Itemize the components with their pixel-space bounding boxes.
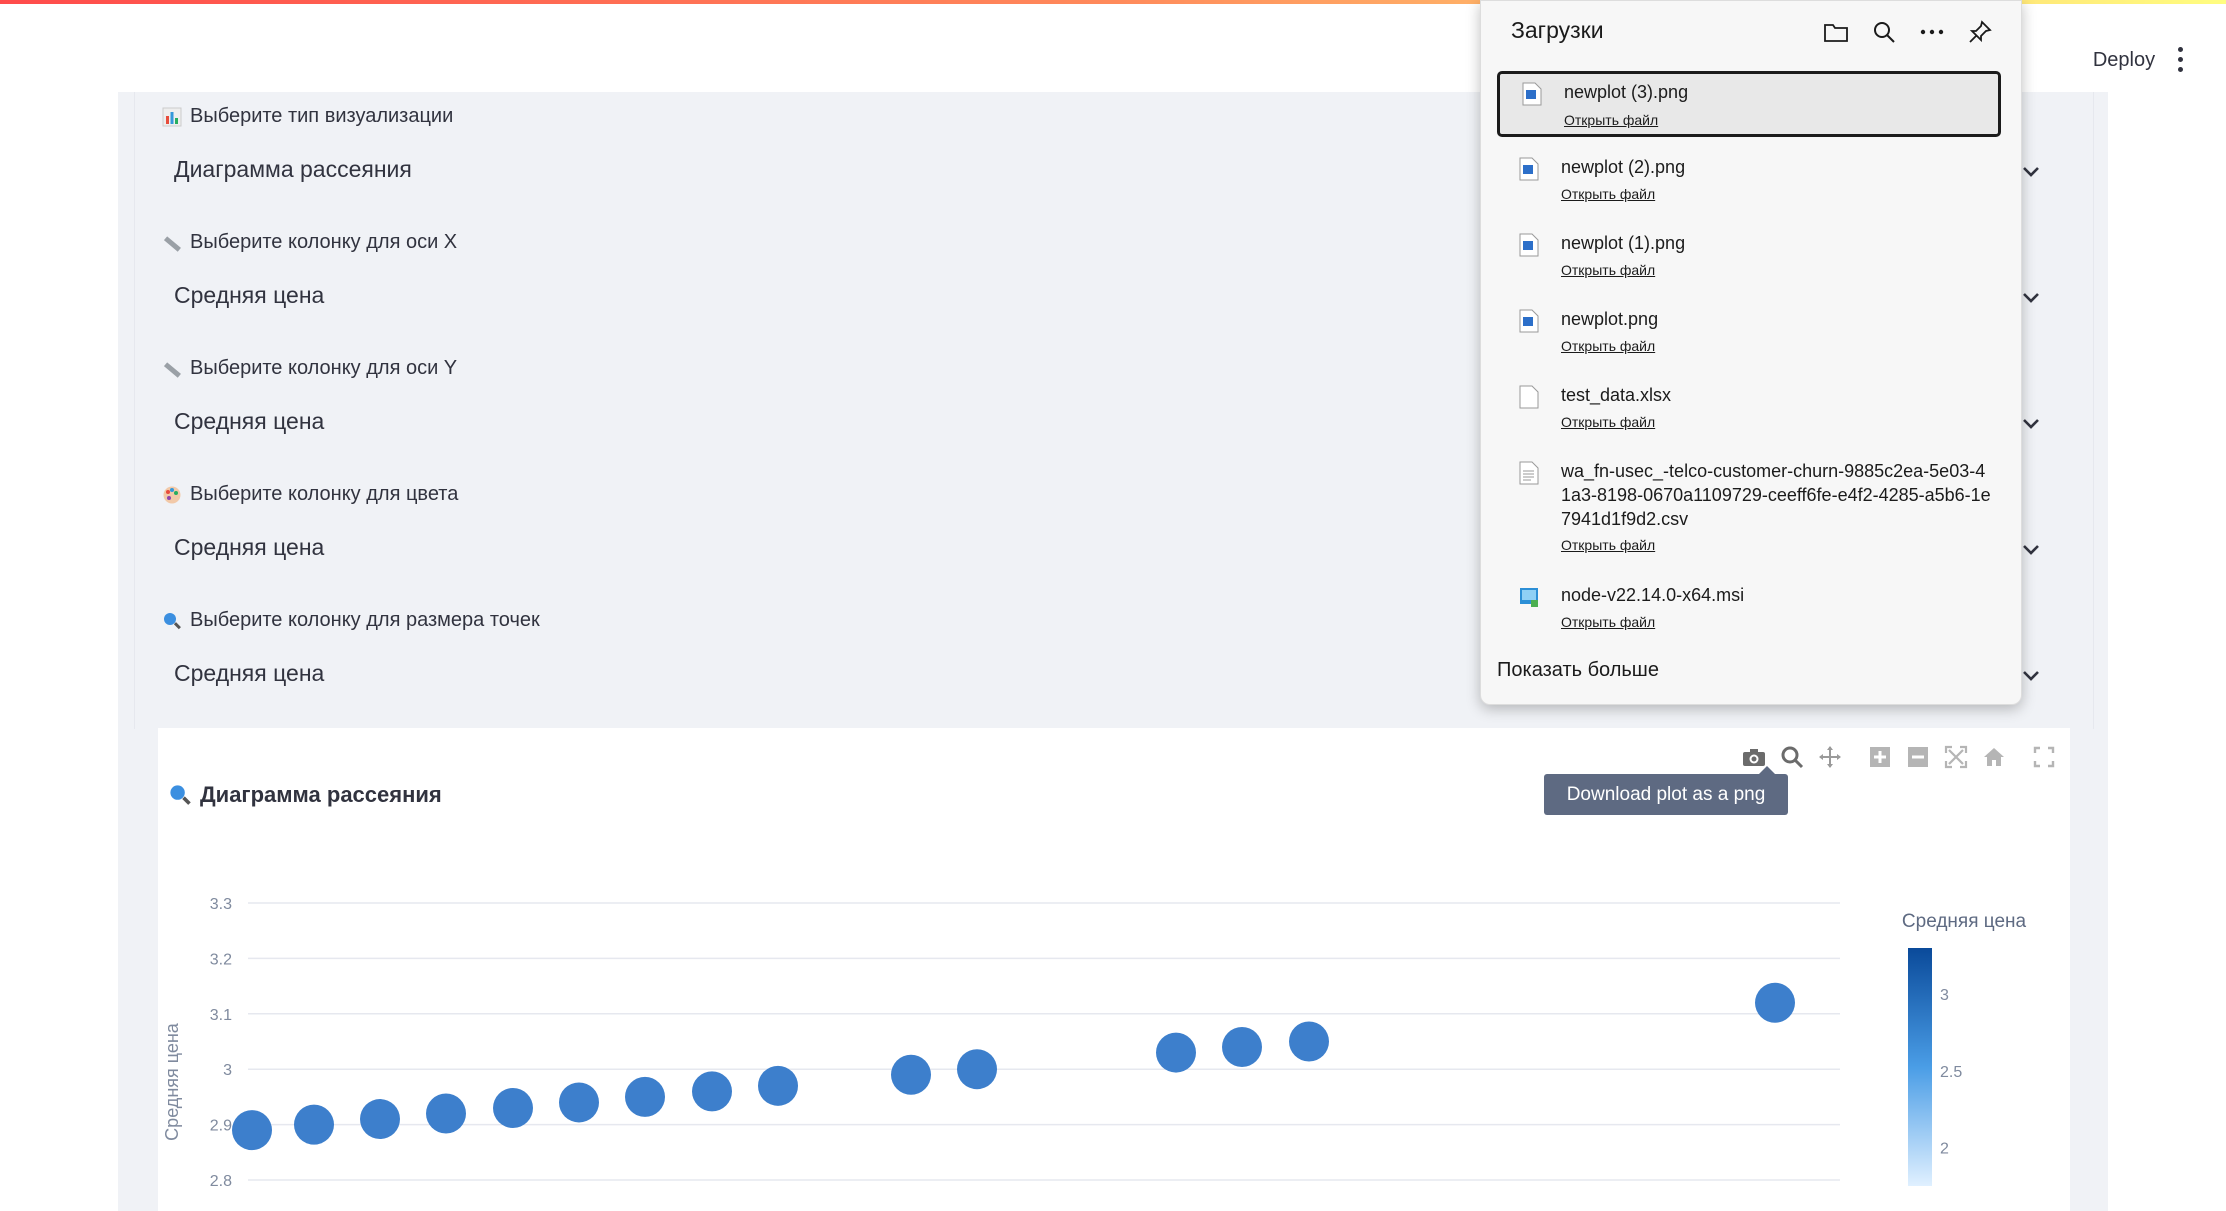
search-icon[interactable] — [1869, 17, 1899, 47]
y-tick-label: 2.9 — [210, 1118, 232, 1135]
modebar-tooltip: Download plot as a png — [1544, 766, 1788, 815]
palette-icon — [163, 486, 181, 503]
bar-chart-icon — [162, 107, 182, 126]
download-item[interactable]: newplot (1).png Открыть файл — [1497, 223, 2001, 289]
colorbar-tick-label: 2.5 — [1940, 1064, 1962, 1081]
main-menu-icon[interactable] — [2166, 40, 2194, 80]
download-item[interactable]: node-v22.14.0-x64.msi Открыть файл — [1497, 575, 2001, 641]
y-tick-label: 2.8 — [210, 1173, 232, 1190]
open-file-link[interactable]: Открыть файл — [1564, 112, 1658, 128]
chevron-down-icon — [2023, 419, 2039, 429]
pan-icon[interactable] — [1816, 743, 1844, 771]
colorbar-tick-label: 3 — [1940, 987, 1949, 1004]
scatter-point — [692, 1071, 732, 1112]
plot-modebar — [1740, 742, 2058, 772]
y-tick-label: 3.1 — [210, 1007, 232, 1024]
scatter-point — [1289, 1021, 1329, 1062]
colorbar-title: Средняя цена — [1902, 911, 2027, 932]
downloads-panel: Загрузки newplot (3).png Открыть файл ne… — [1480, 0, 2022, 705]
y-tick-label: 3 — [223, 1062, 232, 1079]
chevron-down-icon — [2023, 545, 2039, 555]
colorbar — [1908, 948, 1932, 1186]
image-file-icon — [1519, 157, 1539, 181]
folder-icon[interactable] — [1821, 17, 1851, 47]
open-file-link[interactable]: Открыть файл — [1561, 186, 1655, 202]
scatter-point — [625, 1076, 665, 1117]
image-file-icon — [1522, 82, 1542, 106]
scatter-chart: 3.3 3.2 3.1 3 2.9 2.8 Средняя цена Средняя це… — [162, 896, 2027, 1190]
fullscreen-icon[interactable] — [2030, 743, 2058, 771]
open-file-link[interactable]: Открыть файл — [1561, 338, 1655, 354]
field-label-point-size: Выберите колонку для размера точек — [162, 609, 540, 632]
scatter-point — [426, 1093, 466, 1134]
downloads-toolbar — [1821, 17, 1995, 47]
scatter-point — [294, 1104, 334, 1145]
chevron-down-icon — [2023, 671, 2039, 681]
scatter-point — [493, 1087, 533, 1128]
scatter-point — [360, 1099, 400, 1140]
scatter-point — [559, 1082, 599, 1123]
download-item[interactable]: newplot (2).png Открыть файл — [1497, 147, 2001, 213]
open-file-link[interactable]: Открыть файл — [1561, 262, 1655, 278]
plot-title: Диаграмма рассеяния — [168, 782, 442, 808]
colorbar-tick-labels: 32.52 — [1940, 987, 1962, 1158]
show-more-link[interactable]: Показать больше — [1497, 659, 1659, 682]
chart-gridlines — [248, 902, 1840, 1181]
scatter-point — [891, 1054, 931, 1095]
more-options-icon[interactable] — [1917, 17, 1947, 47]
scatter-point — [1222, 1027, 1262, 1068]
scatter-point — [1156, 1032, 1196, 1073]
chevron-down-icon — [2023, 293, 2039, 303]
scatter-point — [758, 1065, 798, 1106]
scatter-point — [232, 1110, 272, 1151]
open-file-link[interactable]: Открыть файл — [1561, 414, 1655, 430]
image-file-icon — [1519, 309, 1539, 333]
scatter-point — [1755, 982, 1795, 1023]
field-label-color: Выберите колонку для цвета — [162, 483, 458, 506]
open-file-link[interactable]: Открыть файл — [1561, 614, 1655, 630]
magnifier-icon — [170, 785, 191, 805]
zoom-icon[interactable] — [1778, 743, 1806, 771]
y-axis-label: Средняя цена — [162, 1022, 182, 1141]
field-label-visualization-type: Выберите тип визуализации — [162, 105, 453, 128]
pin-icon[interactable] — [1965, 17, 1995, 47]
download-item[interactable]: newplot (3).png Открыть файл — [1497, 71, 2001, 137]
field-label-x-axis: Выберите колонку для оси X — [162, 231, 457, 254]
ruler-icon — [163, 361, 181, 378]
ruler-icon — [163, 235, 181, 252]
download-item[interactable]: newplot.png Открыть файл — [1497, 299, 2001, 365]
magnifier-icon — [164, 612, 181, 629]
zoom-out-icon[interactable] — [1904, 743, 1932, 771]
installer-file-icon — [1520, 588, 1538, 607]
open-file-link[interactable]: Открыть файл — [1561, 537, 1655, 553]
zoom-in-icon[interactable] — [1866, 743, 1894, 771]
chevron-down-icon — [2023, 167, 2039, 177]
scatter-point — [957, 1049, 997, 1090]
blank-file-icon — [1519, 385, 1539, 409]
home-icon[interactable] — [1980, 743, 2008, 771]
y-tick-labels: 3.3 3.2 3.1 3 2.9 2.8 — [210, 896, 232, 1190]
download-item[interactable]: test_data.xlsx Открыть файл — [1497, 375, 2001, 441]
autoscale-icon[interactable] — [1942, 743, 1970, 771]
field-label-y-axis: Выберите колонку для оси Y — [162, 357, 457, 380]
download-item[interactable]: wa_fn-usec_-telco-customer-churn-9885c2e… — [1497, 451, 2001, 565]
y-tick-label: 3.2 — [210, 951, 232, 968]
colorbar-tick-label: 2 — [1940, 1141, 1949, 1158]
text-file-icon — [1519, 461, 1539, 485]
image-file-icon — [1519, 233, 1539, 257]
y-tick-label: 3.3 — [210, 896, 232, 913]
downloads-title: Загрузки — [1511, 17, 1604, 43]
